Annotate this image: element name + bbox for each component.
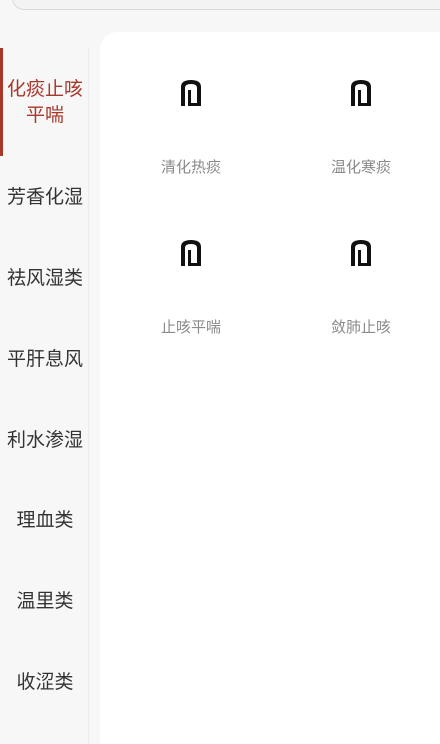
sidebar-item-label: 化痰止咳平喘 xyxy=(6,78,83,126)
subcategory-label: 清化热痰 xyxy=(160,158,221,176)
placeholder-image-icon xyxy=(351,240,371,266)
sidebar-item-li-shui-shen-shi[interactable]: 利水渗湿 xyxy=(0,400,88,480)
search-bar[interactable] xyxy=(12,0,440,10)
subcategory-item-lian-fei-zhi-ke[interactable]: 敛肺止咳 xyxy=(286,238,436,337)
subcategory-item-qing-hua-re-tan[interactable]: 清化热痰 xyxy=(116,78,266,177)
placeholder-image-icon xyxy=(181,80,201,106)
sidebar-item-label: 芳香化湿 xyxy=(6,186,83,208)
sidebar-item-label: 温里类 xyxy=(16,590,74,612)
sidebar-item-li-xue-lei[interactable]: 理血类 xyxy=(0,480,88,560)
sidebar-item-shou-se-lei[interactable]: 收涩类 xyxy=(0,642,88,722)
subcategory-panel: 清化热痰 温化寒痰 止咳平喘 敛肺止咳 xyxy=(100,32,440,744)
sidebar-item-fang-xiang-hua-shi[interactable]: 芳香化湿 xyxy=(0,156,88,238)
sidebar-item-label: 收涩类 xyxy=(16,671,74,693)
sidebar-item-label: 祛风湿类 xyxy=(6,267,83,289)
subcategory-label: 敛肺止咳 xyxy=(330,318,391,336)
sidebar-item-label: 理血类 xyxy=(16,509,74,531)
subcategory-item-zhi-ke-ping-chuan[interactable]: 止咳平喘 xyxy=(116,238,266,337)
placeholder-image-icon xyxy=(351,80,371,106)
subcategory-label: 止咳平喘 xyxy=(160,318,221,336)
placeholder-image-icon xyxy=(181,240,201,266)
sidebar-item-ping-gan-xi-feng[interactable]: 平肝息风 xyxy=(0,318,88,400)
subcategory-item-wen-hua-han-tan[interactable]: 温化寒痰 xyxy=(286,78,436,177)
category-sidebar: 化痰止咳平喘 芳香化湿 祛风湿类 平肝息风 利水渗湿 理血类 温里类 收涩类 xyxy=(0,48,89,744)
sidebar-item-hua-tan-zhi-ke-ping-chuan[interactable]: 化痰止咳平喘 xyxy=(0,48,88,156)
sidebar-item-label: 利水渗湿 xyxy=(6,429,83,451)
subcategory-label: 温化寒痰 xyxy=(330,158,391,176)
sidebar-item-label: 平肝息风 xyxy=(6,348,83,370)
sidebar-item-wen-li-lei[interactable]: 温里类 xyxy=(0,560,88,642)
sidebar-item-qu-feng-shi-lei[interactable]: 祛风湿类 xyxy=(0,238,88,318)
app-page: 化痰止咳平喘 芳香化湿 祛风湿类 平肝息风 利水渗湿 理血类 温里类 收涩类 清… xyxy=(0,0,440,744)
